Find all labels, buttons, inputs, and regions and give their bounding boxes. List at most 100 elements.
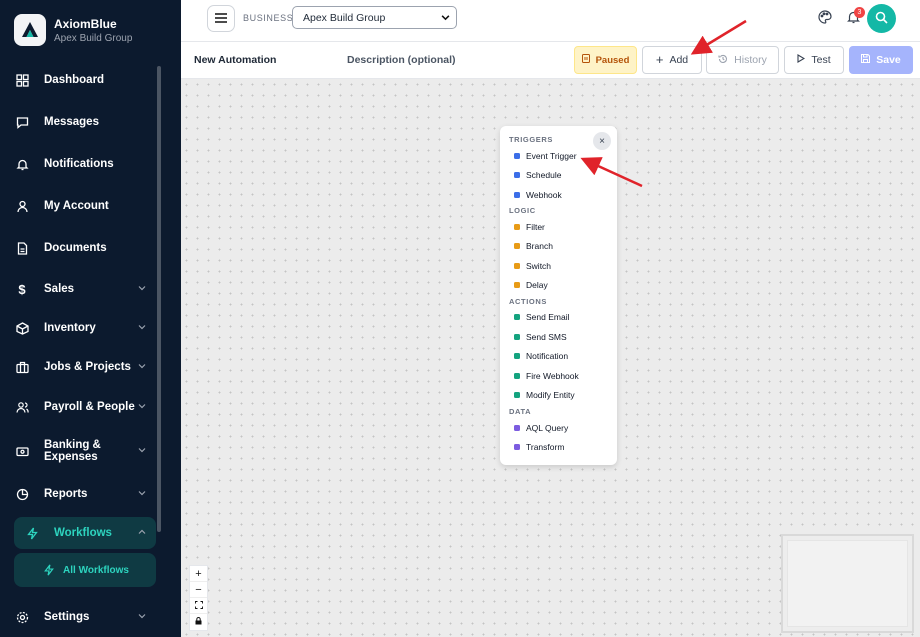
menu-item-label: Delay [526,280,548,290]
gear-icon [14,609,30,625]
grid-icon [14,72,30,88]
sidebar-item-sales[interactable]: $ Sales [14,281,156,297]
plus-icon: + [655,52,664,67]
chevron-up-icon [138,527,146,539]
test-button[interactable]: Test [784,46,844,74]
logic-dot-icon [514,263,520,269]
sidebar-item-notifications[interactable]: Notifications [14,156,156,172]
paused-toggle-button[interactable]: Paused [574,46,637,74]
menu-item-send-email[interactable]: Send Email [514,312,569,322]
sidebar-item-payroll-people[interactable]: Payroll & People [14,399,156,415]
sidebar-item-label: Payroll & People [44,401,135,413]
test-label: Test [811,54,831,66]
workflow-title[interactable]: New Automation [194,54,276,66]
brand-name: AxiomBlue [54,16,117,31]
sidebar-item-workflows[interactable]: Workflows [14,517,156,549]
sidebar-item-label: Reports [44,488,88,500]
canvas-controls: + − [189,565,208,631]
sidebar-item-label: Notifications [44,158,114,170]
menu-item-event-trigger[interactable]: Event Trigger [514,151,577,161]
menu-item-modify-entity[interactable]: Modify Entity [514,390,575,400]
save-icon [861,54,871,66]
notification-count-badge: 3 [854,7,865,18]
briefcase-icon [14,359,30,375]
menu-item-label: Notification [526,351,569,361]
chevron-down-icon [138,322,146,334]
business-label: BUSINESS [243,13,294,23]
sidebar-item-reports[interactable]: Reports [14,486,156,502]
chevron-down-icon [138,283,146,295]
sidebar-item-messages[interactable]: Messages [14,114,156,130]
bell-icon [14,156,30,172]
sidebar: AxiomBlue Apex Build Group Dashboard Mes… [0,0,181,637]
business-select[interactable]: Apex Build Group [292,6,457,29]
dollar-icon: $ [18,281,26,297]
save-button[interactable]: Save [849,46,913,74]
menu-item-branch[interactable]: Branch [514,241,553,251]
menu-item-transform[interactable]: Transform [514,442,564,452]
close-menu-button[interactable]: × [593,132,611,150]
section-logic: LOGIC [509,206,536,215]
menu-item-send-sms[interactable]: Send SMS [514,332,567,342]
menu-item-label: AQL Query [526,423,569,433]
action-dot-icon [514,373,520,379]
play-icon [797,54,806,66]
chevron-down-icon [441,13,450,25]
search-button[interactable] [867,4,896,33]
brand[interactable]: AxiomBlue Apex Build Group [14,14,132,46]
menu-item-filter[interactable]: Filter [514,222,545,232]
business-select-value: Apex Build Group [303,11,386,24]
menu-item-aql-query[interactable]: AQL Query [514,423,568,433]
brand-subtitle: Apex Build Group [54,32,133,44]
sidebar-item-jobs-projects[interactable]: Jobs & Projects [14,359,156,375]
trigger-dot-icon [514,192,520,198]
history-button[interactable]: History [706,46,779,74]
sidebar-item-banking-expenses[interactable]: Banking & Expenses [14,437,156,465]
menu-item-fire-webhook[interactable]: Fire Webhook [514,371,579,381]
sidebar-item-settings[interactable]: Settings [14,609,156,625]
menu-item-webhook[interactable]: Webhook [514,190,562,200]
sidebar-item-documents[interactable]: Documents [14,240,156,256]
box-icon [14,320,30,336]
sidebar-item-label: Sales [44,283,75,295]
document-icon [14,240,30,256]
sidebar-item-my-account[interactable]: My Account [14,198,156,214]
sidebar-item-inventory[interactable]: Inventory [14,320,156,336]
menu-item-schedule[interactable]: Schedule [514,170,561,180]
bolt-icon [41,562,57,578]
chevron-down-icon [138,445,146,457]
history-icon [718,54,728,67]
menu-item-switch[interactable]: Switch [514,261,551,271]
bank-icon [14,443,30,459]
sidebar-item-dashboard[interactable]: Dashboard [14,72,156,88]
palette-icon[interactable] [818,10,832,27]
action-dot-icon [514,314,520,320]
lock-button[interactable] [190,614,207,630]
app: AxiomBlue Apex Build Group Dashboard Mes… [0,0,920,637]
add-node-button[interactable]: + Add [642,46,702,74]
zoom-in-button[interactable]: + [190,566,207,582]
bolt-icon [24,525,40,541]
sidebar-scrollbar[interactable] [157,66,161,532]
sidebar-item-label: Jobs & Projects [44,361,131,373]
workflow-description-field[interactable]: Description (optional) [347,54,456,66]
user-icon [14,198,30,214]
sidebar-item-label-line2: Expenses [44,451,98,463]
section-data: DATA [509,407,532,416]
action-dot-icon [514,334,520,340]
menu-toggle-button[interactable] [207,5,235,32]
workflow-toolbar: New Automation Description (optional) Pa… [181,42,920,79]
menu-item-label: Schedule [526,170,562,180]
menu-item-delay[interactable]: Delay [514,280,548,290]
menu-item-label: Transform [526,442,565,452]
minimap[interactable] [781,534,914,633]
section-actions: ACTIONS [509,297,547,306]
search-icon [875,11,888,27]
add-label: Add [669,54,689,66]
menu-item-label: Send SMS [526,332,567,342]
zoom-out-button[interactable]: − [190,582,207,598]
logo-icon [14,14,46,46]
fit-view-button[interactable] [190,598,207,614]
sidebar-subitem-all-workflows[interactable]: All Workflows [14,553,156,587]
menu-item-notification[interactable]: Notification [514,351,568,361]
